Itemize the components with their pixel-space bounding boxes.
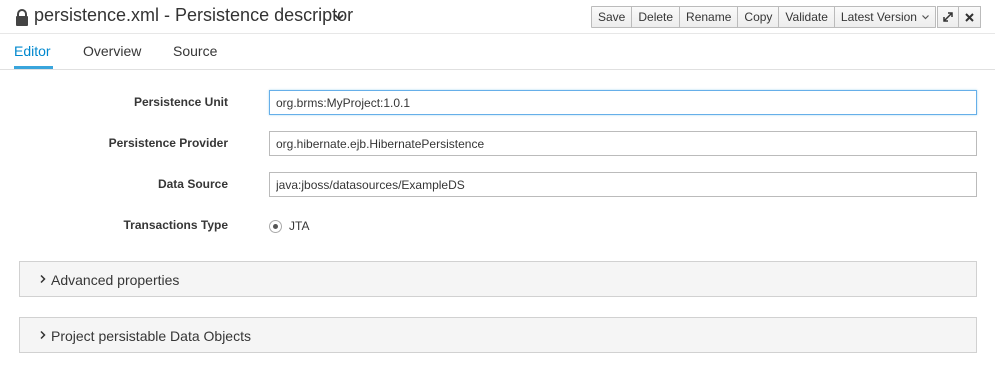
page-title: persistence.xml - Persistence descriptor xyxy=(34,5,354,25)
rename-button[interactable]: Rename xyxy=(680,6,739,28)
expand-button[interactable] xyxy=(937,6,959,28)
title-bar: persistence.xml - Persistence descriptor… xyxy=(0,0,995,34)
transactions-type-label: Transactions Type xyxy=(123,218,228,232)
tab-overview[interactable]: Overview xyxy=(83,43,141,59)
latest-version-label: Latest Version xyxy=(840,10,917,24)
delete-button[interactable]: Delete xyxy=(632,6,681,28)
data-source-field[interactable] xyxy=(269,172,977,197)
chevron-right-icon xyxy=(40,274,46,284)
latest-version-dropdown[interactable]: Latest Version xyxy=(834,6,936,28)
close-icon xyxy=(965,12,974,22)
chevron-down-icon[interactable] xyxy=(333,11,345,23)
close-button[interactable] xyxy=(959,6,981,28)
chevron-down-icon xyxy=(922,15,929,20)
advanced-properties-panel[interactable]: Advanced properties xyxy=(19,261,977,297)
advanced-properties-title: Advanced properties xyxy=(51,272,180,288)
persistence-unit-label: Persistence Unit xyxy=(133,95,228,109)
persistence-unit-field[interactable] xyxy=(269,90,977,115)
project-persistable-data-objects-title: Project persistable Data Objects xyxy=(51,328,251,344)
tab-editor[interactable]: Editor xyxy=(14,43,51,59)
validate-button[interactable]: Validate xyxy=(779,6,835,28)
jta-radio-label[interactable]: JTA xyxy=(289,219,309,233)
active-tab-indicator xyxy=(14,66,53,69)
tab-source[interactable]: Source xyxy=(173,43,217,59)
lock-icon xyxy=(16,9,28,26)
tab-bar: Editor Overview Source xyxy=(0,34,995,70)
jta-radio[interactable] xyxy=(269,220,282,233)
project-persistable-data-objects-panel[interactable]: Project persistable Data Objects xyxy=(19,317,977,353)
window-controls xyxy=(937,6,981,28)
save-button[interactable]: Save xyxy=(591,6,633,28)
persistence-provider-label: Persistence Provider xyxy=(108,136,228,150)
data-source-label: Data Source xyxy=(157,177,228,191)
copy-button[interactable]: Copy xyxy=(738,6,780,28)
persistence-provider-field[interactable] xyxy=(269,131,977,156)
expand-icon xyxy=(943,12,953,22)
chevron-right-icon xyxy=(40,330,46,340)
toolbar: Save Delete Rename Copy Validate Latest … xyxy=(591,6,936,28)
